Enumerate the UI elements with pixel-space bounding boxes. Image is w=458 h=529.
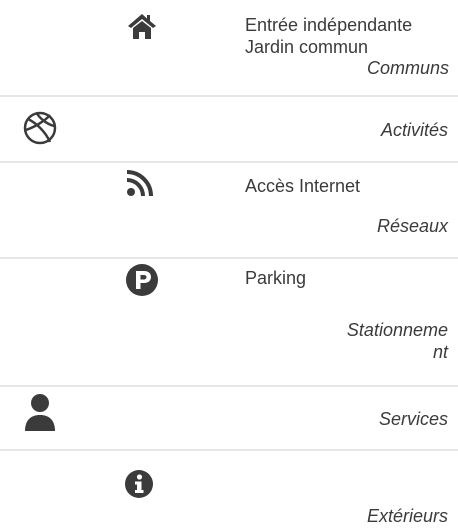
parking-icon — [125, 263, 159, 297]
user-icon — [23, 393, 57, 433]
amenity-values: Accès Internet — [245, 175, 360, 197]
amenities-list: Communs Entrée indépendante Jardin commu… — [0, 0, 458, 529]
basketball-icon — [23, 111, 57, 145]
amenity-value: Parking — [245, 268, 307, 288]
amenity-label: Stationnement — [346, 320, 448, 362]
home-icon — [127, 12, 157, 40]
amenity-row-exterieurs: Extérieurs — [0, 451, 458, 529]
amenity-row-reseaux: Réseaux Accès Internet — [0, 163, 458, 257]
amenity-label: Services — [378, 409, 448, 429]
amenity-values: Parking — [245, 267, 306, 289]
amenity-row-stationnement: Stationnement Parking — [0, 259, 458, 385]
amenity-row-services: Services — [0, 387, 458, 449]
amenity-label: Communs — [366, 58, 449, 78]
amenity-label: Activités — [380, 120, 448, 140]
amenity-label: Réseaux — [376, 216, 448, 236]
amenity-label: Extérieurs — [366, 506, 448, 526]
amenity-row-communs: Communs Entrée indépendante Jardin commu… — [0, 0, 458, 96]
info-icon — [124, 469, 154, 499]
amenity-value: Jardin commun — [245, 37, 369, 57]
amenity-value: Entrée indépendante — [245, 15, 413, 35]
amenity-row-activites: Activités — [0, 97, 458, 161]
amenity-values: Entrée indépendante Jardin commun — [245, 14, 412, 58]
rss-icon — [126, 169, 154, 197]
amenity-value: Accès Internet — [245, 176, 361, 196]
